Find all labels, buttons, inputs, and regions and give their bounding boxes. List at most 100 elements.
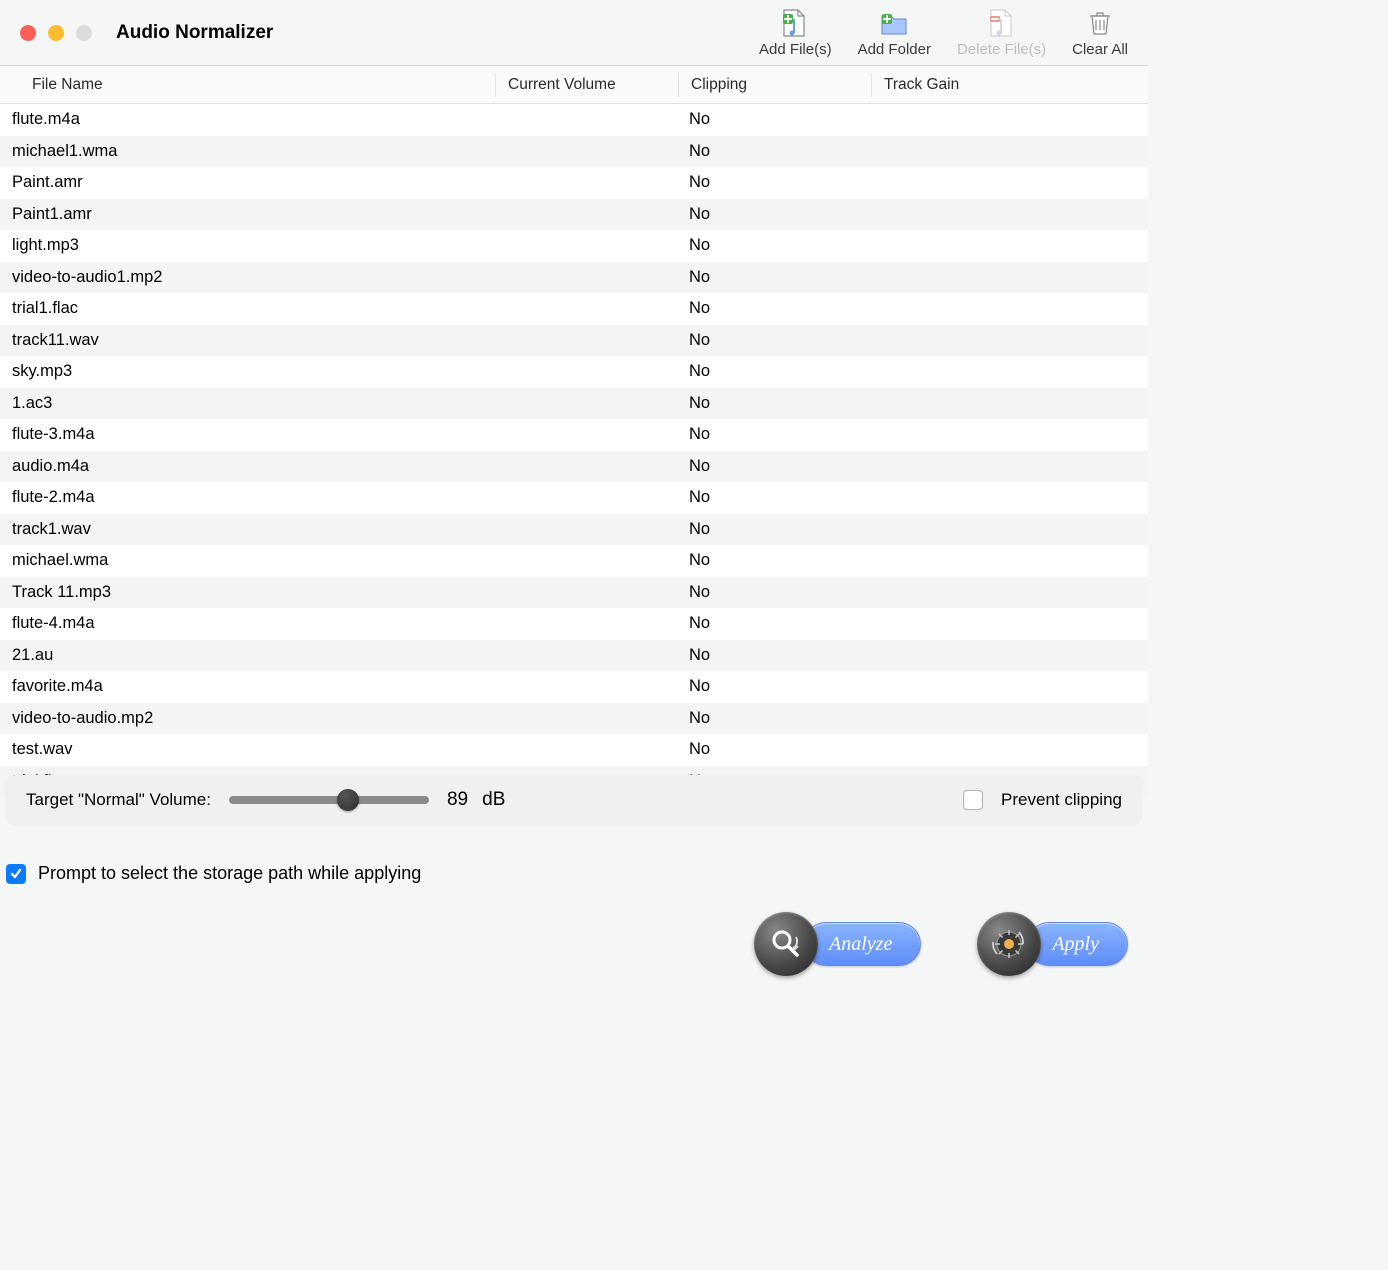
cell-clipping: No xyxy=(677,362,869,381)
prompt-path-label: Prompt to select the storage path while … xyxy=(38,863,421,884)
cell-clipping: No xyxy=(677,488,869,507)
cell-clipping: No xyxy=(677,551,869,570)
target-volume-bar: Target "Normal" Volume: 89 dB Prevent cl… xyxy=(6,775,1142,825)
table-row[interactable]: 1.ac3No xyxy=(0,388,1148,420)
file-table-body: flute.m4aNomichael1.wmaNoPaint.amrNoPain… xyxy=(0,104,1148,797)
cell-clipping: No xyxy=(677,520,869,539)
col-header-volume[interactable]: Current Volume xyxy=(496,76,678,94)
cell-filename: 1.ac3 xyxy=(0,394,495,413)
cell-clipping: No xyxy=(677,268,869,287)
cell-filename: sky.mp3 xyxy=(0,362,495,381)
add-files-label: Add File(s) xyxy=(759,41,832,58)
add-folder-button[interactable]: Add Folder xyxy=(858,7,931,58)
target-volume-slider[interactable] xyxy=(229,796,429,804)
cell-filename: flute-3.m4a xyxy=(0,425,495,444)
minimize-window-button[interactable] xyxy=(48,25,64,41)
slider-thumb[interactable] xyxy=(337,789,359,811)
cell-clipping: No xyxy=(677,236,869,255)
titlebar: Audio Normalizer Add File(s) xyxy=(0,0,1148,66)
delete-files-button[interactable]: Delete File(s) xyxy=(957,7,1046,58)
target-volume-label: Target "Normal" Volume: xyxy=(26,790,211,810)
gear-icon xyxy=(977,912,1041,976)
apply-button[interactable]: Apply xyxy=(977,912,1128,976)
cell-clipping: No xyxy=(677,173,869,192)
clear-all-button[interactable]: Clear All xyxy=(1072,7,1128,58)
table-row[interactable]: 21.au No xyxy=(0,640,1148,672)
cell-clipping: No xyxy=(677,205,869,224)
table-row[interactable]: michael1.wma No xyxy=(0,136,1148,168)
cell-clipping: No xyxy=(677,142,869,161)
cell-filename: flute-2.m4a xyxy=(0,488,495,507)
app-title: Audio Normalizer xyxy=(116,22,273,44)
table-row[interactable]: favorite.m4a No xyxy=(0,671,1148,703)
table-row[interactable]: track11.wavNo xyxy=(0,325,1148,357)
close-window-button[interactable] xyxy=(20,25,36,41)
table-row[interactable]: michael.wma No xyxy=(0,545,1148,577)
prompt-path-checkbox[interactable] xyxy=(6,864,26,884)
table-row[interactable]: video-to-audio.mp2No xyxy=(0,703,1148,735)
target-volume-value: 89 xyxy=(447,789,468,811)
table-row[interactable]: Track 11.mp3 No xyxy=(0,577,1148,609)
maximize-window-button[interactable] xyxy=(76,25,92,41)
cell-clipping: No xyxy=(677,425,869,444)
cell-filename: flute-4.m4a xyxy=(0,614,495,633)
table-row[interactable]: flute-3.m4a No xyxy=(0,419,1148,451)
analyze-label: Analyze xyxy=(804,922,921,966)
add-files-button[interactable]: Add File(s) xyxy=(759,7,832,58)
table-row[interactable]: Paint.amr No xyxy=(0,167,1148,199)
table-row[interactable]: sky.mp3 No xyxy=(0,356,1148,388)
col-header-clipping[interactable]: Clipping xyxy=(679,76,871,94)
add-file-icon xyxy=(779,7,811,39)
trash-icon xyxy=(1084,7,1116,39)
prompt-row: Prompt to select the storage path while … xyxy=(6,863,1142,884)
table-row[interactable]: trial1.flac No xyxy=(0,293,1148,325)
col-header-trackgain[interactable]: Track Gain xyxy=(872,76,1148,94)
cell-clipping: No xyxy=(677,110,869,129)
cell-filename: trial1.flac xyxy=(0,299,495,318)
table-row[interactable]: Paint1.amr No xyxy=(0,199,1148,231)
table-row[interactable]: audio.m4a No xyxy=(0,451,1148,483)
cell-clipping: No xyxy=(677,299,869,318)
cell-filename: favorite.m4a xyxy=(0,677,495,696)
cell-filename: Paint1.amr xyxy=(0,205,495,224)
add-folder-label: Add Folder xyxy=(858,41,931,58)
cell-filename: light.mp3 xyxy=(0,236,495,255)
delete-file-icon xyxy=(986,7,1018,39)
delete-files-label: Delete File(s) xyxy=(957,41,1046,58)
add-folder-icon xyxy=(878,7,910,39)
cell-filename: Paint.amr xyxy=(0,173,495,192)
table-row[interactable]: flute.m4a No xyxy=(0,104,1148,136)
table-row[interactable]: flute-4.m4a No xyxy=(0,608,1148,640)
cell-clipping: No xyxy=(677,677,869,696)
table-row[interactable]: test.wav No xyxy=(0,734,1148,766)
table-row[interactable]: track1.wavNo xyxy=(0,514,1148,546)
clear-all-label: Clear All xyxy=(1072,41,1128,58)
cell-clipping: No xyxy=(677,646,869,665)
table-row[interactable]: light.mp3 No xyxy=(0,230,1148,262)
cell-filename: michael.wma xyxy=(0,551,495,570)
cell-filename: test.wav xyxy=(0,740,495,759)
cell-filename: michael1.wma xyxy=(0,142,495,161)
target-volume-unit: dB xyxy=(482,789,505,811)
prevent-clipping-checkbox[interactable] xyxy=(963,790,983,810)
cell-filename: video-to-audio.mp2 xyxy=(0,709,495,728)
cell-clipping: No xyxy=(677,583,869,602)
apply-label: Apply xyxy=(1027,922,1128,966)
table-row[interactable]: flute-2.m4a No xyxy=(0,482,1148,514)
cell-filename: audio.m4a xyxy=(0,457,495,476)
cell-clipping: No xyxy=(677,740,869,759)
table-row[interactable]: video-to-audio1.mp2 No xyxy=(0,262,1148,294)
cell-filename: video-to-audio1.mp2 xyxy=(0,268,495,287)
magnifier-icon xyxy=(754,912,818,976)
prevent-clipping-label: Prevent clipping xyxy=(1001,790,1122,810)
toolbar: Add File(s) Add Folder xyxy=(759,7,1128,58)
col-header-filename[interactable]: File Name xyxy=(0,76,495,94)
traffic-lights xyxy=(20,25,92,41)
cell-clipping: No xyxy=(677,614,869,633)
cell-filename: Track 11.mp3 xyxy=(0,583,495,602)
table-header: File Name Current Volume Clipping Track … xyxy=(0,66,1148,104)
cell-clipping: No xyxy=(677,457,869,476)
cell-filename: 21.au xyxy=(0,646,495,665)
cell-filename: flute.m4a xyxy=(0,110,495,129)
analyze-button[interactable]: Analyze xyxy=(754,912,921,976)
